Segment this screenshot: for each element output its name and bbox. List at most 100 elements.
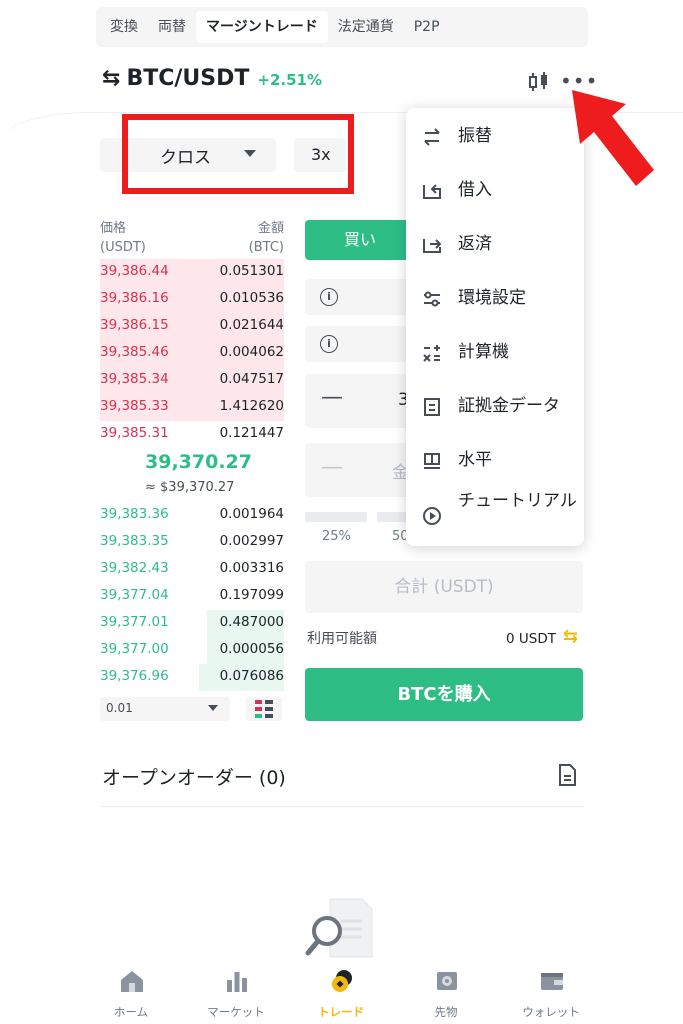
wallet-icon xyxy=(541,973,563,990)
level-icon xyxy=(424,453,440,469)
candlestick-chart-icon[interactable] xyxy=(528,72,550,92)
tab-margin-trade[interactable]: マージントレード xyxy=(196,11,328,43)
menu-item-label: チュートリアル xyxy=(458,491,577,511)
row-amount: 0.051301 xyxy=(219,263,284,279)
percent-slider-segment[interactable] xyxy=(305,512,367,522)
open-orders-title[interactable]: オープンオーダー (0) xyxy=(102,763,286,790)
price-unit: (USDT) xyxy=(100,240,146,255)
menu-item-margin-data[interactable]: 証拠金データ xyxy=(406,380,584,434)
nav-wallet[interactable]: ウォレット xyxy=(506,960,596,1024)
margin-data-icon xyxy=(424,398,440,416)
bid-row[interactable]: 39,382.43 0.003316 xyxy=(100,556,284,583)
info-icon[interactable]: i xyxy=(320,288,338,306)
orderbook-price-header: 価格 (USDT) xyxy=(100,219,146,257)
market-bars-icon xyxy=(227,972,247,992)
menu-item-label: 環境設定 xyxy=(458,288,526,308)
menu-item-calculator[interactable]: 計算機 xyxy=(406,326,584,380)
tab-exchange[interactable]: 両替 xyxy=(148,11,196,43)
available-label: 利用可能額 xyxy=(307,631,377,647)
nav-home[interactable]: ホーム xyxy=(86,960,176,1024)
nav-label: 先物 xyxy=(434,1005,458,1019)
ask-row[interactable]: 39,386.44 0.051301 xyxy=(100,259,284,286)
annotation-highlight-box xyxy=(122,114,354,194)
order-history-icon[interactable] xyxy=(557,764,577,786)
tab-convert[interactable]: 変換 xyxy=(100,11,148,43)
menu-item-borrow[interactable]: 借入 xyxy=(406,164,584,218)
bid-row[interactable]: 39,383.35 0.002997 xyxy=(100,529,284,556)
last-price: 39,370.27 xyxy=(145,451,252,473)
bid-row[interactable]: 39,377.01 0.487000 xyxy=(100,610,284,637)
orderbook-layout-icon[interactable] xyxy=(246,697,282,721)
buy-tab[interactable]: 買い xyxy=(305,220,415,260)
row-price: 39,383.35 xyxy=(100,533,169,549)
tutorial-play-icon xyxy=(423,507,441,525)
row-price: 39,386.15 xyxy=(100,317,169,333)
nav-market[interactable]: マーケット xyxy=(191,960,281,1024)
row-price: 39,386.16 xyxy=(100,290,169,306)
nav-futures[interactable]: 先物 xyxy=(401,960,491,1024)
more-options-menu: 振替 借入 返済 環境設定 計算機 証拠金データ 水平 チュートリアル xyxy=(406,108,584,546)
row-price: 39,377.01 xyxy=(100,614,169,630)
row-amount: 0.487000 xyxy=(219,614,284,630)
annotation-arrow xyxy=(572,90,654,186)
row-price: 39,377.04 xyxy=(100,587,169,603)
transfer-icon[interactable]: ⇆ xyxy=(563,626,578,647)
row-price: 39,383.36 xyxy=(100,506,169,522)
trade-coins-icon xyxy=(332,970,352,992)
percent-25-label[interactable]: 25% xyxy=(322,529,351,544)
row-price: 39,376.96 xyxy=(100,668,169,684)
menu-item-repay[interactable]: 返済 xyxy=(406,218,584,272)
borrow-icon xyxy=(423,184,441,199)
menu-item-label: 借入 xyxy=(458,180,492,200)
ask-row[interactable]: 39,385.31 0.121447 xyxy=(100,421,284,448)
pair-header[interactable]: ⇆ BTC/USDT +2.51% xyxy=(102,66,322,91)
percent-slider-segment[interactable] xyxy=(377,512,407,522)
divider xyxy=(100,806,584,807)
row-price: 39,385.46 xyxy=(100,344,169,360)
row-amount: 0.000056 xyxy=(219,641,284,657)
pair-change: +2.51% xyxy=(257,71,322,89)
repay-icon xyxy=(423,239,442,253)
menu-item-label: 水平 xyxy=(458,450,492,470)
pair-swap-icon: ⇆ xyxy=(102,66,121,91)
tab-p2p[interactable]: P2P xyxy=(404,11,450,43)
bid-row[interactable]: 39,383.36 0.001964 xyxy=(100,502,284,529)
total-input[interactable]: 合計 (USDT) xyxy=(305,561,583,613)
menu-item-level[interactable]: 水平 xyxy=(406,434,584,488)
ask-row[interactable]: 39,385.46 0.004062 xyxy=(100,340,284,367)
row-amount: 1.412620 xyxy=(219,398,284,414)
menu-item-label: 返済 xyxy=(458,234,492,254)
nav-label: トレード xyxy=(318,1005,364,1019)
row-amount: 0.121447 xyxy=(219,425,284,441)
menu-item-transfer[interactable]: 振替 xyxy=(406,110,584,164)
ask-row[interactable]: 39,385.34 0.047517 xyxy=(100,367,284,394)
ask-row[interactable]: 39,386.16 0.010536 xyxy=(100,286,284,313)
minus-icon[interactable]: — xyxy=(321,455,343,480)
caret-down-icon xyxy=(208,705,218,711)
row-price: 39,382.43 xyxy=(100,560,169,576)
bid-row[interactable]: 39,377.04 0.197099 xyxy=(100,583,284,610)
price-header: 価格 xyxy=(100,221,127,236)
info-icon[interactable]: i xyxy=(320,335,338,353)
ask-row[interactable]: 39,386.15 0.021644 xyxy=(100,313,284,340)
minus-icon[interactable]: — xyxy=(321,385,343,410)
settings-sliders-icon xyxy=(424,291,440,307)
top-tab-bar: 変換 両替 マージントレード 法定通貨 P2P xyxy=(96,7,588,47)
tab-fiat[interactable]: 法定通貨 xyxy=(328,11,404,43)
ask-row[interactable]: 39,385.33 1.412620 xyxy=(100,394,284,421)
calculator-icon xyxy=(423,345,440,362)
amount-unit: (BTC) xyxy=(248,240,284,255)
row-price: 39,386.44 xyxy=(100,263,169,279)
menu-item-label: 振替 xyxy=(458,126,492,146)
buy-btc-button[interactable]: BTCを購入 xyxy=(305,668,583,721)
nav-trade[interactable]: トレード xyxy=(296,960,386,1024)
bid-row[interactable]: 39,377.00 0.000056 xyxy=(100,637,284,664)
menu-item-tutorial[interactable]: チュートリアル xyxy=(406,488,584,544)
row-amount: 0.010536 xyxy=(219,290,284,306)
row-amount: 0.003316 xyxy=(219,560,284,576)
row-amount: 0.021644 xyxy=(219,317,284,333)
menu-item-label: 証拠金データ xyxy=(458,396,560,416)
menu-item-preferences[interactable]: 環境設定 xyxy=(406,272,584,326)
available-value: 0 USDT xyxy=(506,631,556,647)
bid-row[interactable]: 39,376.96 0.076086 xyxy=(100,664,284,691)
